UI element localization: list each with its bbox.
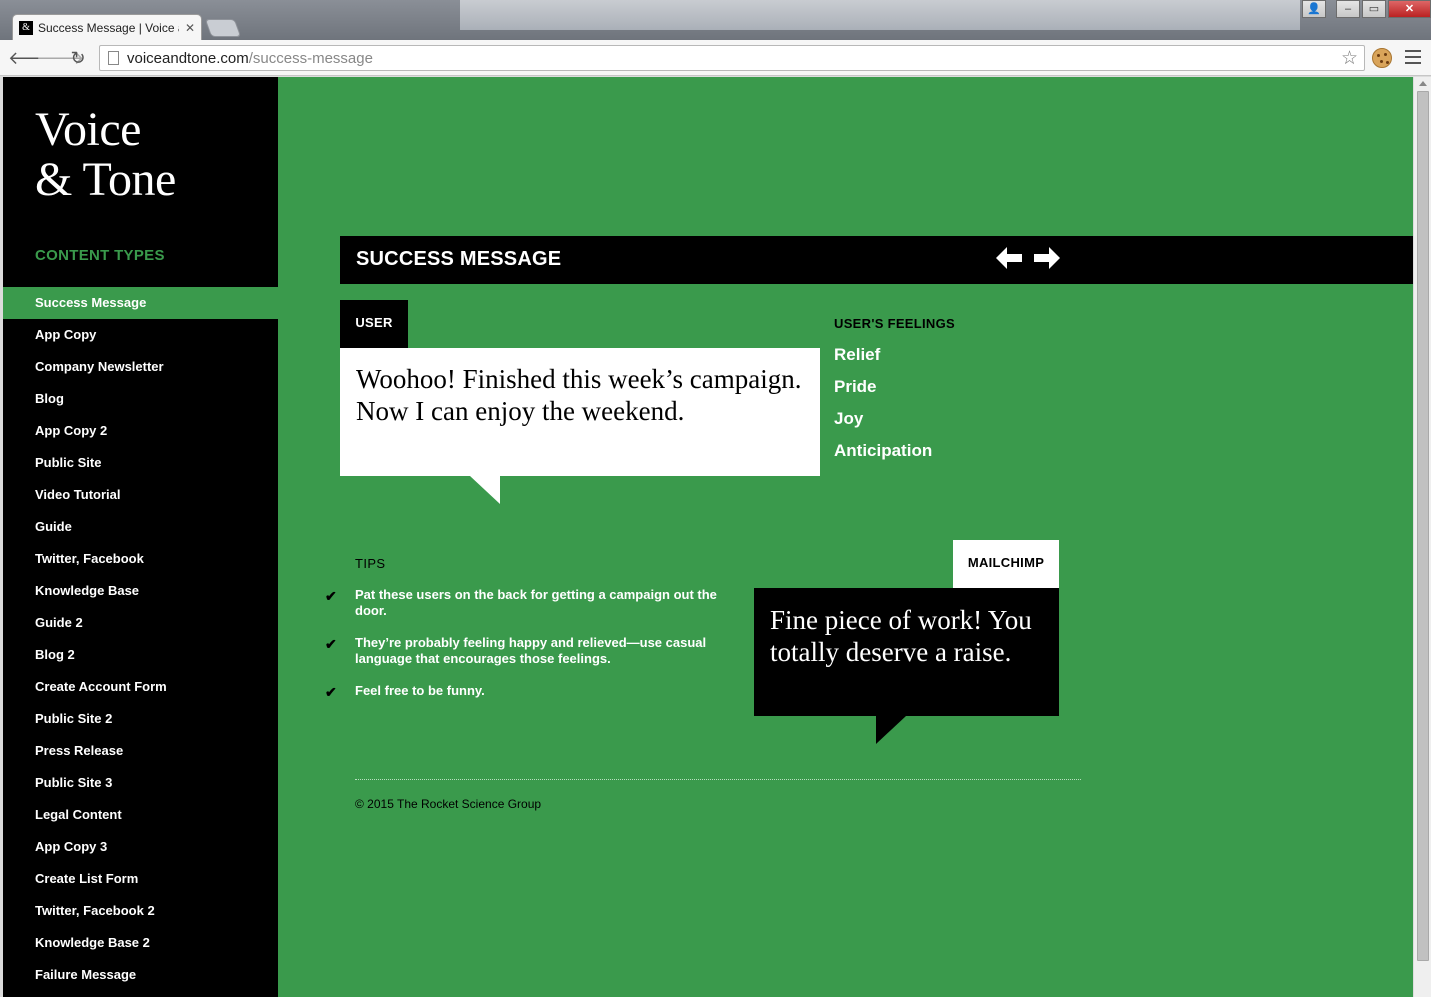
tab-title: Success Message | Voice and Tone bbox=[38, 20, 179, 35]
sidebar-item[interactable]: Legal Content bbox=[3, 799, 278, 831]
minimize-button[interactable]: – bbox=[1336, 0, 1360, 18]
browser-menu-icon[interactable] bbox=[1405, 50, 1421, 64]
cookie-extension-icon[interactable] bbox=[1372, 48, 1392, 68]
sidebar-item[interactable]: App Copy bbox=[3, 319, 278, 351]
sidebar-item[interactable]: Public Site 3 bbox=[3, 767, 278, 799]
sidebar-item[interactable]: Knowledge Base 2 bbox=[3, 927, 278, 959]
copyright-text: © 2015 The Rocket Science Group bbox=[355, 797, 542, 811]
address-bar[interactable]: voiceandtone.com/success-message ☆ bbox=[99, 45, 1365, 71]
next-arrow-icon[interactable] bbox=[1034, 247, 1060, 269]
tab-close-icon[interactable]: ✕ bbox=[185, 21, 195, 35]
scrollbar-thumb[interactable] bbox=[1417, 91, 1429, 961]
browser-tab[interactable]: & Success Message | Voice and Tone ✕ bbox=[12, 14, 202, 40]
tips-list: ✔ Pat these users on the back for getting… bbox=[325, 587, 735, 715]
page-title: SUCCESS MESSAGE bbox=[356, 248, 562, 270]
new-tab-button[interactable] bbox=[204, 19, 242, 37]
checkmark-icon: ✔ bbox=[325, 684, 337, 700]
feelings-list: Relief Pride Joy Anticipation bbox=[834, 339, 932, 467]
url-path: /success-message bbox=[248, 49, 373, 67]
mailchimp-quote-bubble: Fine piece of work! You totally deserve … bbox=[754, 588, 1059, 716]
content-types-heading: CONTENT TYPES bbox=[35, 247, 165, 264]
forward-button[interactable]: 🡒 bbox=[36, 46, 84, 70]
maximize-button[interactable]: ▭ bbox=[1362, 0, 1386, 18]
sidebar-item[interactable]: Failure Message bbox=[3, 959, 278, 991]
checkmark-icon: ✔ bbox=[325, 588, 337, 604]
scroll-up-arrow-icon[interactable] bbox=[1419, 81, 1427, 86]
tip-item: ✔ Feel free to be funny. bbox=[325, 683, 735, 700]
bookmark-star-icon[interactable]: ☆ bbox=[1341, 47, 1358, 70]
back-button[interactable]: 🡐 bbox=[8, 46, 56, 70]
tip-item: ✔ They’re probably feeling happy and reli… bbox=[325, 635, 735, 667]
feeling-item: Joy bbox=[834, 409, 864, 428]
sidebar-item[interactable]: Company Newsletter bbox=[3, 351, 278, 383]
sidebar: Voice & Tone CONTENT TYPES Success Messa… bbox=[3, 77, 278, 997]
sidebar-item[interactable]: Success Message bbox=[3, 287, 278, 319]
profile-icon[interactable]: 👤 bbox=[1302, 0, 1326, 18]
favicon-icon: & bbox=[19, 20, 33, 35]
sidebar-item[interactable]: Video Tutorial bbox=[3, 479, 278, 511]
window-close-button[interactable]: ✕ bbox=[1388, 0, 1431, 18]
sidebar-item[interactable]: Twitter, Facebook bbox=[3, 543, 278, 575]
sidebar-item[interactable]: Blog bbox=[3, 383, 278, 415]
content-types-nav: Success Message App Copy Company Newslette… bbox=[3, 287, 278, 991]
sidebar-item[interactable]: Public Site 2 bbox=[3, 703, 278, 735]
tip-item: ✔ Pat these users on the back for getting… bbox=[325, 587, 735, 619]
sidebar-item[interactable]: Twitter, Facebook 2 bbox=[3, 895, 278, 927]
sidebar-item[interactable]: App Copy 2 bbox=[3, 415, 278, 447]
tip-text: Pat these users on the back for getting … bbox=[355, 587, 717, 618]
vertical-scrollbar[interactable] bbox=[1413, 77, 1431, 997]
previous-arrow-icon[interactable] bbox=[996, 247, 1022, 269]
user-quote-bubble: Woohoo! Finished this week’s campaign. N… bbox=[340, 348, 820, 476]
logo-line-1: Voice bbox=[35, 103, 141, 156]
feeling-item: Pride bbox=[834, 377, 877, 396]
checkmark-icon: ✔ bbox=[325, 636, 337, 652]
background-window-strip bbox=[460, 0, 1300, 30]
mailchimp-tag: MAILCHIMP bbox=[953, 540, 1059, 588]
url-domain: voiceandtone.com bbox=[127, 49, 249, 67]
tips-heading: TIPS bbox=[355, 556, 386, 571]
mailchimp-bubble-tail bbox=[876, 716, 906, 744]
sidebar-item[interactable]: Public Site bbox=[3, 447, 278, 479]
sidebar-item[interactable]: Create Account Form bbox=[3, 671, 278, 703]
tip-text: They’re probably feeling happy and relie… bbox=[355, 635, 707, 666]
feeling-item: Relief bbox=[834, 345, 881, 364]
reload-button[interactable]: ↻ bbox=[66, 46, 90, 70]
title-bar: SUCCESS MESSAGE bbox=[340, 236, 1413, 284]
sidebar-item[interactable]: Guide bbox=[3, 511, 278, 543]
sidebar-item[interactable]: Create List Form bbox=[3, 863, 278, 895]
sidebar-item[interactable]: App Copy 3 bbox=[3, 831, 278, 863]
sidebar-item[interactable]: Blog 2 bbox=[3, 639, 278, 671]
user-bubble-tail bbox=[470, 476, 500, 504]
page-icon bbox=[108, 51, 119, 65]
page-viewport: Voice & Tone CONTENT TYPES Success Messa… bbox=[3, 77, 1413, 997]
sidebar-item[interactable]: Press Release bbox=[3, 735, 278, 767]
footer-divider bbox=[355, 779, 1081, 780]
browser-titlebar: & Success Message | Voice and Tone ✕ 👤 –… bbox=[0, 0, 1431, 40]
user-tag: USER bbox=[340, 300, 408, 348]
logo-line-2: & Tone bbox=[35, 153, 176, 206]
feeling-item: Anticipation bbox=[834, 441, 933, 460]
users-feelings-heading: USER'S FEELINGS bbox=[834, 316, 955, 331]
sidebar-item[interactable]: Guide 2 bbox=[3, 607, 278, 639]
tip-text: Feel free to be funny. bbox=[355, 683, 485, 698]
browser-toolbar: 🡐 🡒 ↻ voiceandtone.com/success-message ☆ bbox=[0, 40, 1431, 76]
site-logo[interactable]: Voice & Tone bbox=[35, 105, 176, 205]
sidebar-item[interactable]: Knowledge Base bbox=[3, 575, 278, 607]
